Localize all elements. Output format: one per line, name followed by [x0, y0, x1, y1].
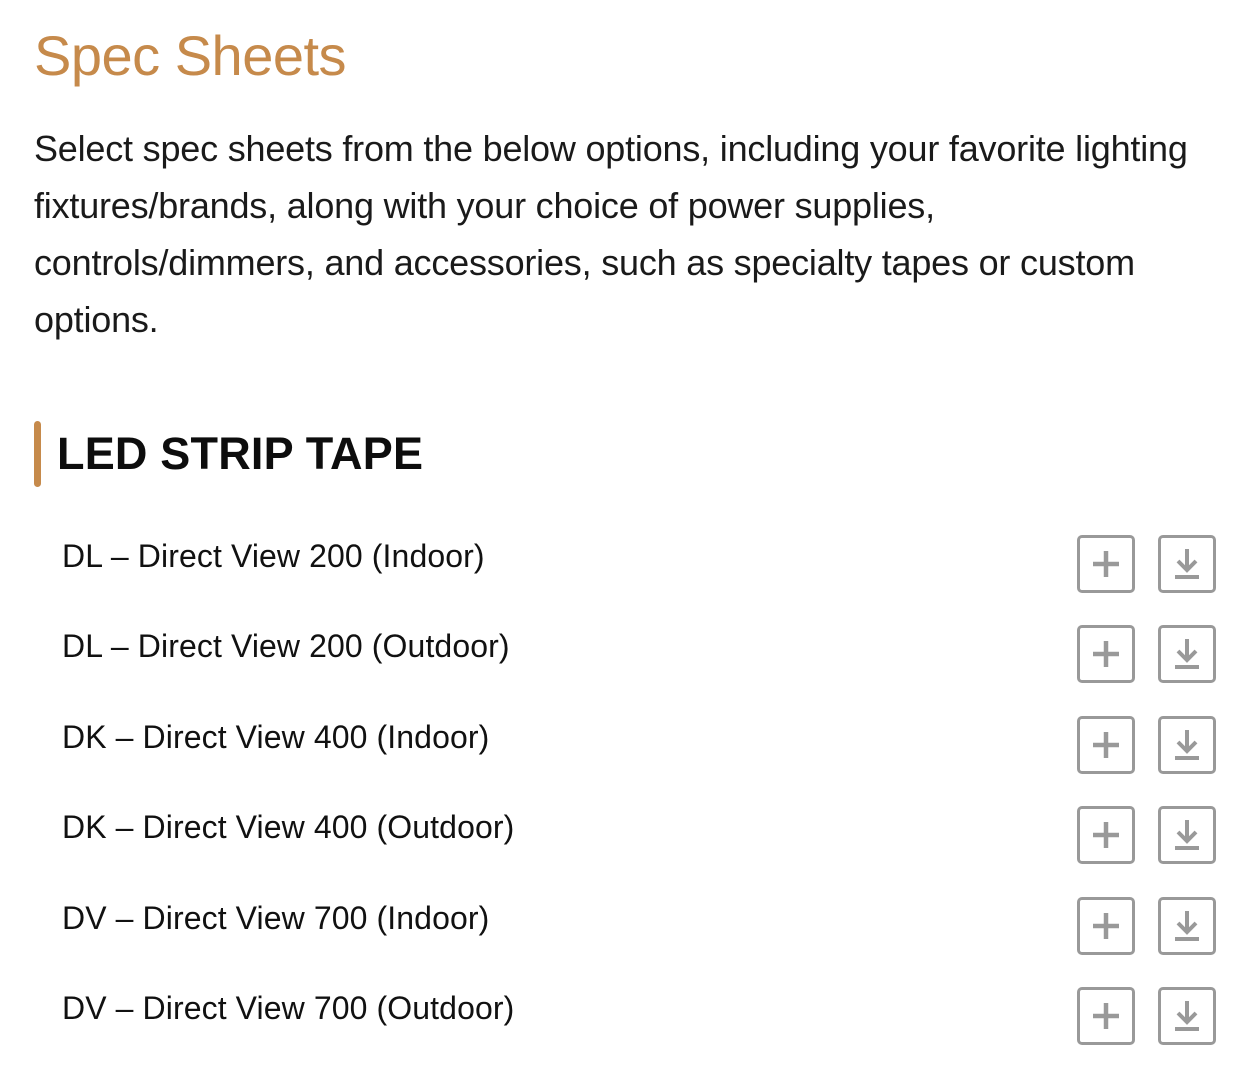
- list-item: DK – Direct View 400 (Indoor): [0, 701, 1252, 791]
- add-spec-sheet-button[interactable]: [1077, 625, 1135, 684]
- section-header: LED STRIP TAPE: [34, 421, 423, 487]
- download-icon: [1175, 639, 1199, 670]
- list-item: DK – Direct View 400 (Outdoor): [0, 791, 1252, 881]
- download-icon: [1175, 1000, 1199, 1031]
- spec-sheet-label: DL – Direct View 200 (Outdoor): [62, 628, 510, 665]
- download-spec-sheet-button[interactable]: [1158, 896, 1216, 955]
- add-spec-sheet-button[interactable]: [1077, 896, 1135, 955]
- list-item: DL – Direct View 200 (Outdoor): [0, 610, 1252, 700]
- plus-icon: [1093, 641, 1119, 668]
- plus-icon: [1093, 1002, 1119, 1029]
- download-icon: [1175, 910, 1199, 941]
- section-accent-bar: [34, 421, 41, 487]
- spec-sheet-label: DL – Direct View 200 (Indoor): [62, 538, 485, 574]
- spec-sheet-label: DK – Direct View 400 (Outdoor): [62, 809, 515, 846]
- add-spec-sheet-button[interactable]: [1077, 986, 1135, 1045]
- spec-sheet-label: DV – Direct View 700 (Indoor): [62, 899, 490, 936]
- download-spec-sheet-button[interactable]: [1158, 715, 1216, 774]
- page-title: Spec Sheets: [34, 24, 347, 87]
- download-icon: [1175, 549, 1199, 579]
- download-spec-sheet-button[interactable]: [1158, 806, 1216, 865]
- spec-sheet-list: DL – Direct View 200 (Indoor) DL – Direc…: [0, 520, 1252, 1062]
- plus-icon: [1093, 912, 1119, 939]
- plus-icon: [1093, 551, 1119, 577]
- spec-sheets-page: Spec Sheets Select spec sheets from the …: [0, 0, 1252, 1084]
- download-spec-sheet-button[interactable]: [1158, 535, 1216, 593]
- download-icon: [1175, 820, 1199, 851]
- download-icon: [1175, 729, 1199, 760]
- plus-icon: [1093, 822, 1119, 849]
- download-spec-sheet-button[interactable]: [1158, 986, 1216, 1045]
- section-title: LED STRIP TAPE: [57, 428, 424, 479]
- plus-icon: [1093, 731, 1119, 758]
- spec-sheet-label: DK – Direct View 400 (Indoor): [62, 718, 490, 755]
- add-spec-sheet-button[interactable]: [1077, 535, 1135, 593]
- list-item: DV – Direct View 700 (Outdoor): [0, 972, 1252, 1062]
- download-spec-sheet-button[interactable]: [1158, 625, 1216, 684]
- list-item: DV – Direct View 700 (Indoor): [0, 882, 1252, 972]
- add-spec-sheet-button[interactable]: [1077, 715, 1135, 774]
- add-spec-sheet-button[interactable]: [1077, 806, 1135, 865]
- list-item: DL – Direct View 200 (Indoor): [0, 520, 1252, 610]
- intro-paragraph: Select spec sheets from the below option…: [34, 128, 1188, 340]
- spec-sheet-label: DV – Direct View 700 (Outdoor): [62, 989, 515, 1026]
